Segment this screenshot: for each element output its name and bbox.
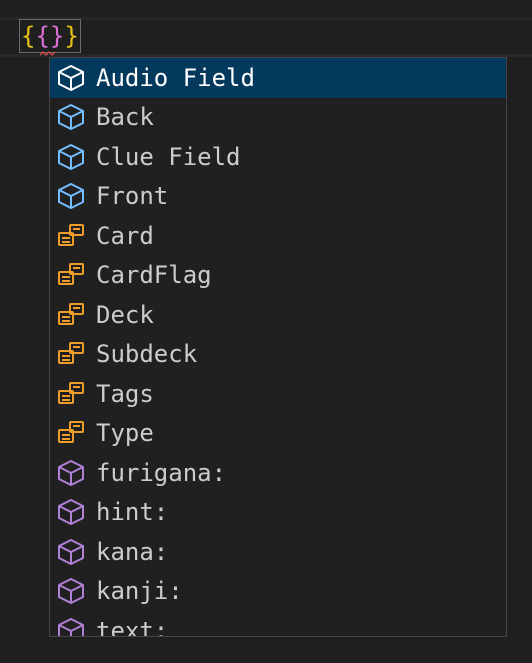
cube-icon xyxy=(56,181,86,211)
cube-icon xyxy=(56,576,86,606)
suggest-item-label: hint: xyxy=(96,498,169,527)
suggest-item[interactable]: Back xyxy=(50,98,506,138)
suggest-item-label: Subdeck xyxy=(96,340,198,369)
suggest-item-label: Type xyxy=(96,419,154,448)
suggest-item[interactable]: kana: xyxy=(50,532,506,572)
suggest-item[interactable]: text: xyxy=(50,611,506,637)
suggest-item[interactable]: Card xyxy=(50,216,506,256)
open-brace-outer: { xyxy=(21,22,36,50)
code-token[interactable]: {{}} xyxy=(19,19,81,53)
suggest-item-label: Audio Field xyxy=(96,63,255,92)
snippet-icon xyxy=(56,300,86,330)
snippet-icon xyxy=(56,260,86,290)
snippet-icon xyxy=(56,418,86,448)
suggest-item[interactable]: furigana: xyxy=(50,453,506,493)
suggest-item-label: Tags xyxy=(96,379,154,408)
suggest-item-label: Card xyxy=(96,221,154,250)
suggest-item-label: kanji: xyxy=(96,577,183,606)
suggest-widget[interactable]: Audio Field Back Clue Field Front Card CardFl… xyxy=(49,57,507,637)
suggest-item[interactable]: kanji: xyxy=(50,572,506,612)
suggest-item[interactable]: Subdeck xyxy=(50,335,506,375)
suggest-item-label: Clue Field xyxy=(96,142,241,171)
cube-icon xyxy=(56,458,86,488)
cube-icon xyxy=(56,497,86,527)
cube-icon xyxy=(56,102,86,132)
error-squiggle xyxy=(40,51,56,56)
suggest-item[interactable]: Deck xyxy=(50,295,506,335)
cube-icon xyxy=(56,537,86,567)
suggest-item[interactable]: hint: xyxy=(50,493,506,533)
suggest-item-label: kana: xyxy=(96,537,169,566)
suggest-item-label: furigana: xyxy=(96,458,227,487)
suggest-item-label: Front xyxy=(96,182,169,211)
open-brace-inner: { xyxy=(35,22,50,50)
cube-icon xyxy=(56,142,86,172)
suggest-item-label: text: xyxy=(96,616,169,637)
snippet-icon xyxy=(56,379,86,409)
cube-icon xyxy=(56,616,86,636)
suggest-item[interactable]: Clue Field xyxy=(50,137,506,177)
suggest-item[interactable]: Tags xyxy=(50,374,506,414)
close-brace-inner: } xyxy=(49,22,65,50)
suggest-item-label: Deck xyxy=(96,300,154,329)
close-brace-outer: } xyxy=(64,22,79,50)
snippet-icon xyxy=(56,221,86,251)
cube-icon xyxy=(56,63,86,93)
editor[interactable]: {{}} Audio Field Back Clue Field Front Card C… xyxy=(0,0,532,663)
suggest-item-label: CardFlag xyxy=(96,261,212,290)
suggest-item[interactable]: CardFlag xyxy=(50,256,506,296)
snippet-icon xyxy=(56,339,86,369)
suggest-item[interactable]: Front xyxy=(50,177,506,217)
suggest-item-label: Back xyxy=(96,103,154,132)
suggest-item[interactable]: Audio Field xyxy=(50,58,506,98)
suggest-item[interactable]: Type xyxy=(50,414,506,454)
